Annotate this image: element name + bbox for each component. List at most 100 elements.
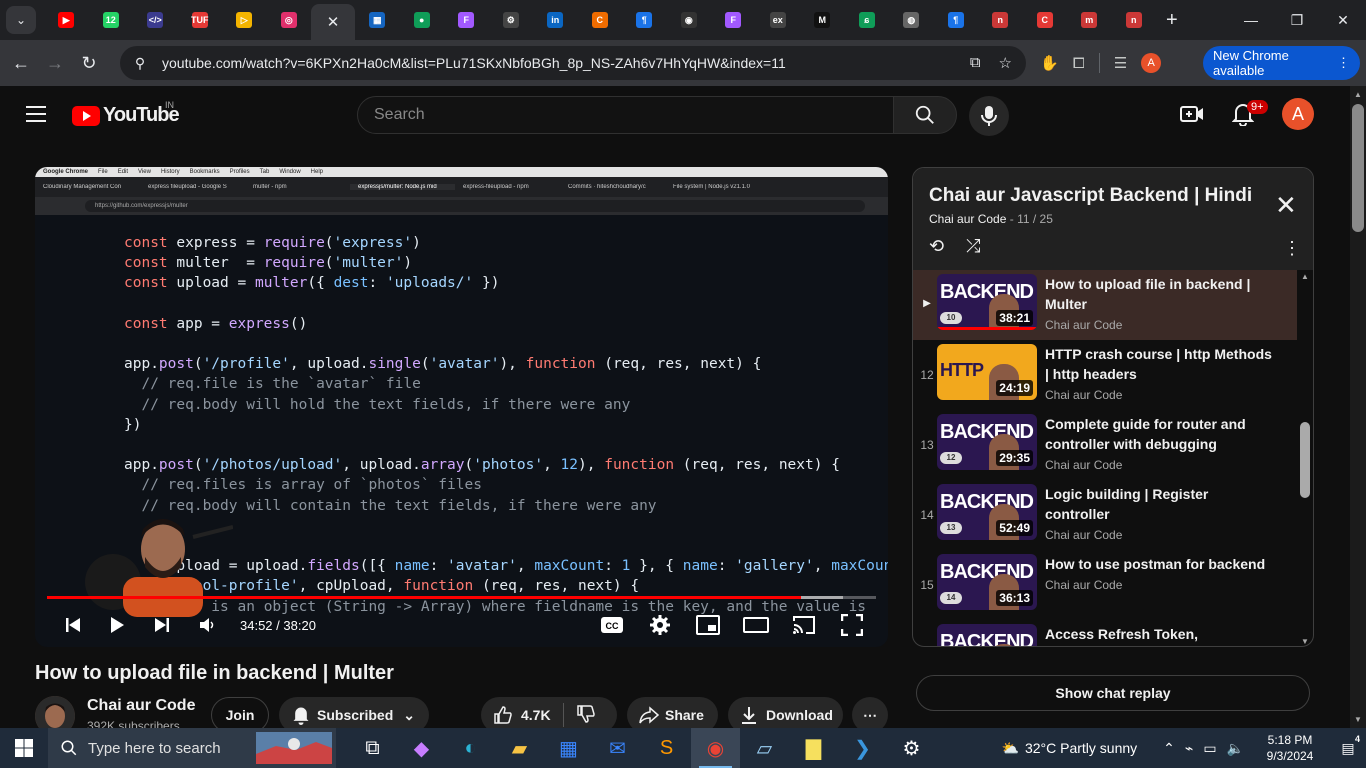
- playlist-item[interactable]: ▶ BACKEND 10 38:21 How to upload file in bac…: [913, 270, 1297, 340]
- browser-tab[interactable]: ⚙: [489, 4, 534, 36]
- browser-tab[interactable]: ex: [756, 4, 801, 36]
- page-scroll-thumb[interactable]: [1352, 104, 1364, 232]
- playlist-thumbnail[interactable]: BACKEND 14 36:13: [937, 554, 1037, 610]
- browser-tab[interactable]: F: [444, 4, 489, 36]
- youtube-logo[interactable]: YouTube IN: [72, 100, 180, 127]
- playlist-thumbnail[interactable]: BACKEND: [937, 624, 1037, 646]
- scroll-up-arrow[interactable]: ▲: [1301, 272, 1309, 281]
- captions-button[interactable]: CC: [599, 607, 625, 643]
- browser-tab[interactable]: ▦: [355, 4, 400, 36]
- tab-active[interactable]: ✕: [311, 4, 355, 40]
- playlist-menu-icon[interactable]: ⋮: [1283, 238, 1301, 259]
- playlist-thumbnail[interactable]: BACKEND 12 29:35: [937, 414, 1037, 470]
- browser-tab[interactable]: 12: [89, 4, 134, 36]
- battery-icon[interactable]: ▭: [1203, 740, 1216, 757]
- playlist-scrollbar[interactable]: ▲ ▼: [1298, 270, 1312, 646]
- new-tab-button[interactable]: +: [1166, 9, 1178, 32]
- notifications-icon[interactable]: ▤ 4: [1330, 734, 1366, 757]
- browser-tab[interactable]: ¶: [934, 4, 979, 36]
- browser-tab[interactable]: n: [978, 4, 1023, 36]
- taskbar-app[interactable]: S: [642, 728, 691, 768]
- back-button[interactable]: ←: [4, 46, 38, 80]
- browser-tab[interactable]: C: [578, 4, 623, 36]
- fullscreen-button[interactable]: [839, 607, 865, 643]
- media-controls-icon[interactable]: ☰: [1114, 54, 1127, 72]
- close-tab-icon[interactable]: ✕: [327, 13, 340, 31]
- video-progress-bar[interactable]: [47, 596, 876, 599]
- cast-button[interactable]: [791, 607, 817, 643]
- reload-button[interactable]: ↻: [72, 46, 106, 80]
- start-button[interactable]: [0, 728, 48, 768]
- close-playlist-button[interactable]: ✕: [1275, 190, 1297, 221]
- playlist-item[interactable]: 14 BACKEND 13 52:49 Logic building | Registe…: [913, 480, 1297, 550]
- browser-tab[interactable]: in: [533, 4, 578, 36]
- account-avatar[interactable]: A: [1282, 98, 1314, 130]
- scroll-up-arrow[interactable]: ▲: [1354, 90, 1362, 99]
- hamburger-menu-icon[interactable]: [26, 106, 46, 122]
- restore-button[interactable]: ❐: [1274, 0, 1320, 40]
- browser-tab[interactable]: ◉: [667, 4, 712, 36]
- minimize-button[interactable]: —: [1228, 0, 1274, 40]
- playlist-thumbnail[interactable]: HTTP 24:19: [937, 344, 1037, 400]
- browser-tab[interactable]: TUF: [178, 4, 223, 36]
- playlist-channel[interactable]: Chai aur Code: [929, 212, 1006, 226]
- browser-tab[interactable]: F: [711, 4, 756, 36]
- playlist-item[interactable]: 12 HTTP 24:19 HTTP crash course | http Meth…: [913, 340, 1297, 410]
- clock[interactable]: 5:18 PM 9/3/2024: [1250, 732, 1330, 764]
- playlist-thumbnail[interactable]: BACKEND 10 38:21: [937, 274, 1037, 330]
- hand-extension-icon[interactable]: ✋: [1040, 54, 1059, 72]
- scroll-down-arrow[interactable]: ▼: [1301, 637, 1309, 646]
- playlist-item[interactable]: BACKEND Access Refresh Token,: [913, 620, 1297, 646]
- taskbar-app[interactable]: ▇: [789, 728, 838, 768]
- profile-avatar[interactable]: A: [1141, 53, 1162, 73]
- browser-tab[interactable]: m: [1067, 4, 1112, 36]
- chevron-up-icon[interactable]: ⌃: [1163, 740, 1175, 757]
- scroll-down-arrow[interactable]: ▼: [1354, 715, 1362, 724]
- taskbar-app[interactable]: ◉: [691, 728, 740, 768]
- close-window-button[interactable]: ✕: [1320, 0, 1366, 40]
- playlist-item[interactable]: 15 BACKEND 14 36:13 How to use postman for b…: [913, 550, 1297, 620]
- new-chrome-available-button[interactable]: New Chrome available ⋮: [1203, 46, 1360, 80]
- previous-video-button[interactable]: [61, 607, 85, 643]
- browser-tab[interactable]: ▶: [44, 4, 89, 36]
- volume-button[interactable]: [195, 607, 219, 643]
- search-button[interactable]: [893, 96, 957, 134]
- forward-button[interactable]: →: [38, 46, 72, 80]
- loop-playlist-icon[interactable]: ⟲: [929, 236, 944, 257]
- voice-search-button[interactable]: [969, 96, 1009, 136]
- shuffle-icon[interactable]: ⤮: [966, 236, 980, 257]
- create-video-icon[interactable]: [1180, 104, 1204, 124]
- playlist-item[interactable]: 13 BACKEND 12 29:35 Complete guide for route…: [913, 410, 1297, 480]
- miniplayer-button[interactable]: [695, 607, 721, 643]
- browser-tab[interactable]: ◎: [267, 4, 312, 36]
- playlist-scroll-thumb[interactable]: [1300, 422, 1310, 498]
- weather-text[interactable]: 32°C Partly sunny: [1025, 740, 1137, 756]
- taskbar-app[interactable]: ✉: [593, 728, 642, 768]
- taskbar-app[interactable]: ⚙: [887, 728, 936, 768]
- volume-icon[interactable]: 🔈: [1227, 740, 1244, 757]
- show-chat-replay-button[interactable]: Show chat replay: [916, 675, 1310, 711]
- browser-tab[interactable]: ◍: [889, 4, 934, 36]
- install-app-icon[interactable]: ⧉: [970, 54, 981, 72]
- bookmark-star-icon[interactable]: ☆: [999, 54, 1012, 72]
- playlist-thumbnail[interactable]: BACKEND 13 52:49: [937, 484, 1037, 540]
- dislike-button[interactable]: [576, 704, 596, 727]
- browser-tab[interactable]: </>: [133, 4, 178, 36]
- taskbar-app[interactable]: ▱: [740, 728, 789, 768]
- browser-tab[interactable]: ●: [400, 4, 445, 36]
- browser-tab[interactable]: n: [1112, 4, 1157, 36]
- playlist-title[interactable]: Chai aur Javascript Backend | Hindi: [929, 185, 1252, 207]
- puzzle-extensions-icon[interactable]: ⧠: [1073, 55, 1085, 72]
- video-player[interactable]: Google Chrome File Edit View History Bookmark…: [35, 167, 888, 647]
- page-scrollbar[interactable]: ▲ ▼: [1350, 86, 1366, 728]
- weather-icon[interactable]: ⛅: [1002, 740, 1019, 757]
- play-button[interactable]: [105, 607, 129, 643]
- search-input[interactable]: Search: [357, 96, 894, 134]
- taskbar-app[interactable]: ⧉: [348, 728, 397, 768]
- taskbar-app[interactable]: ▦: [544, 728, 593, 768]
- tab-search-button[interactable]: ⌄: [6, 6, 36, 34]
- address-bar[interactable]: ⚲ youtube.com/watch?v=6KPXn2Ha0cM&list=P…: [120, 46, 1026, 80]
- network-icon[interactable]: ⌁: [1185, 740, 1193, 757]
- taskbar-app[interactable]: ▰: [495, 728, 544, 768]
- browser-tab[interactable]: ▷: [222, 4, 267, 36]
